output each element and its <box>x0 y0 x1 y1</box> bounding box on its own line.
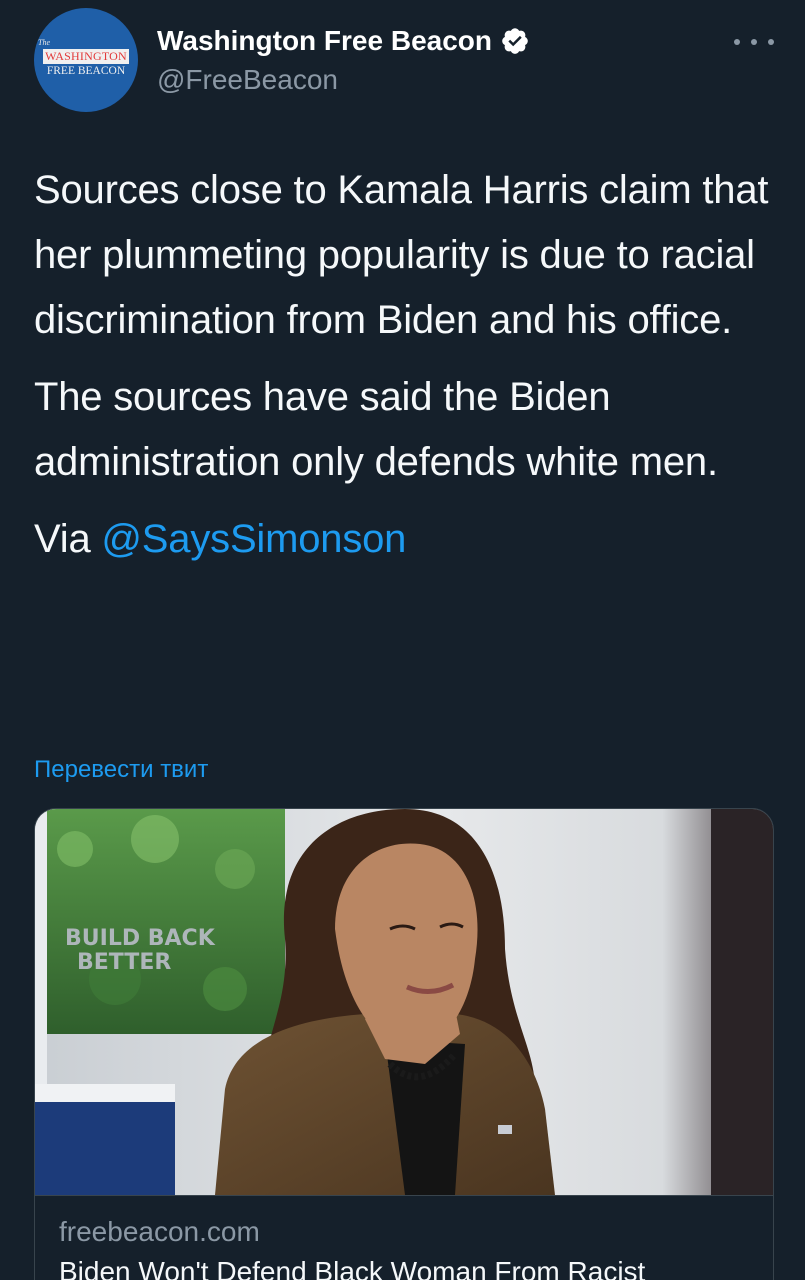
avatar-logo-the: The <box>38 38 50 47</box>
handle[interactable]: @FreeBeacon <box>157 64 338 96</box>
card-image-sign-text: BUILD BACK <box>65 926 216 951</box>
link-preview-card[interactable]: BUILD BACK BETTER freebeacon.com Biden W… <box>34 808 774 1280</box>
more-dot <box>751 39 757 45</box>
tweet-text: Sources close to Kamala Harris claim tha… <box>34 158 779 584</box>
card-meta[interactable]: freebeacon.com Biden Won't Defend Black … <box>35 1195 773 1280</box>
avatar-logo-line2: FREE BEACON <box>46 65 126 77</box>
display-name-row[interactable]: Washington Free Beacon <box>157 25 530 57</box>
avatar[interactable]: The WASHINGTON FREE BEACON <box>34 8 138 112</box>
card-title: Biden Won't Defend Black Woman From Raci… <box>59 1256 646 1280</box>
mention-link[interactable]: @SaysSimonson <box>101 517 406 561</box>
tweet-container: The WASHINGTON FREE BEACON Washington Fr… <box>0 0 805 1280</box>
avatar-logo-line1: WASHINGTON <box>43 49 129 64</box>
via-prefix: Via <box>34 517 102 561</box>
card-photo: BUILD BACK BETTER <box>35 809 773 1195</box>
more-options-icon[interactable] <box>734 30 774 54</box>
card-image[interactable]: BUILD BACK BETTER <box>35 809 773 1195</box>
card-image-sign-text: BETTER <box>77 950 171 975</box>
display-name[interactable]: Washington Free Beacon <box>157 25 492 57</box>
more-dot <box>734 39 740 45</box>
translate-tweet-link[interactable]: Перевести твит <box>34 756 208 784</box>
tweet-paragraph-3: Via @SaysSimonson <box>34 507 779 572</box>
verified-badge-icon <box>500 26 530 56</box>
card-domain: freebeacon.com <box>59 1216 260 1247</box>
tweet-paragraph-2: The sources have said the Biden administ… <box>34 375 718 484</box>
tweet-paragraph-1: Sources close to Kamala Harris claim tha… <box>34 168 769 342</box>
more-dot <box>768 39 774 45</box>
